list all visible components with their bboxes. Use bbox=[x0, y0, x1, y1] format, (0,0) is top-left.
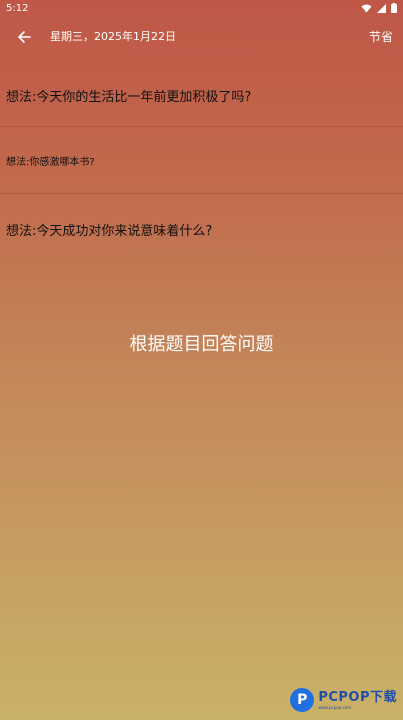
arrow-left-icon bbox=[17, 29, 31, 48]
prompt-text: 想法:今天成功对你来说意味着什么? bbox=[6, 224, 213, 239]
app-bar: 星期三，2025年1月22日 节省 bbox=[0, 22, 403, 52]
prompt-row[interactable]: 想法:今天你的生活比一年前更加积极了吗? bbox=[0, 62, 403, 127]
signal-icon bbox=[377, 3, 386, 13]
prompt-list: 想法:今天你的生活比一年前更加积极了吗? 想法:你感激哪本书? 想法:今天成功对… bbox=[0, 62, 403, 254]
watermark-text: PCPOP下载 www.pcpop.com bbox=[318, 691, 397, 710]
back-button[interactable] bbox=[14, 28, 34, 48]
status-time: 5:12 bbox=[6, 2, 29, 14]
status-bar: 5:12 bbox=[0, 0, 403, 16]
prompt-row[interactable]: 想法:你感激哪本书? bbox=[0, 127, 403, 194]
watermark-logo: P bbox=[290, 688, 315, 712]
prompt-text: 想法:今天你的生活比一年前更加积极了吗? bbox=[6, 90, 252, 105]
wifi-icon bbox=[361, 4, 372, 13]
status-icons bbox=[361, 3, 397, 13]
battery-icon bbox=[391, 3, 397, 13]
prompt-row[interactable]: 想法:今天成功对你来说意味着什么? bbox=[0, 194, 403, 254]
prompt-text: 想法:你感激哪本书? bbox=[6, 157, 95, 168]
watermark-sub: www.pcpop.com bbox=[318, 704, 352, 710]
center-hint: 根据题目回答问题 bbox=[129, 334, 274, 355]
holiday-button[interactable]: 节省 bbox=[369, 28, 393, 45]
watermark: P PCPOP下载 www.pcpop.com bbox=[290, 688, 397, 712]
watermark-main: PCPOP下载 bbox=[318, 689, 397, 705]
date-title: 星期三，2025年1月22日 bbox=[50, 30, 176, 43]
